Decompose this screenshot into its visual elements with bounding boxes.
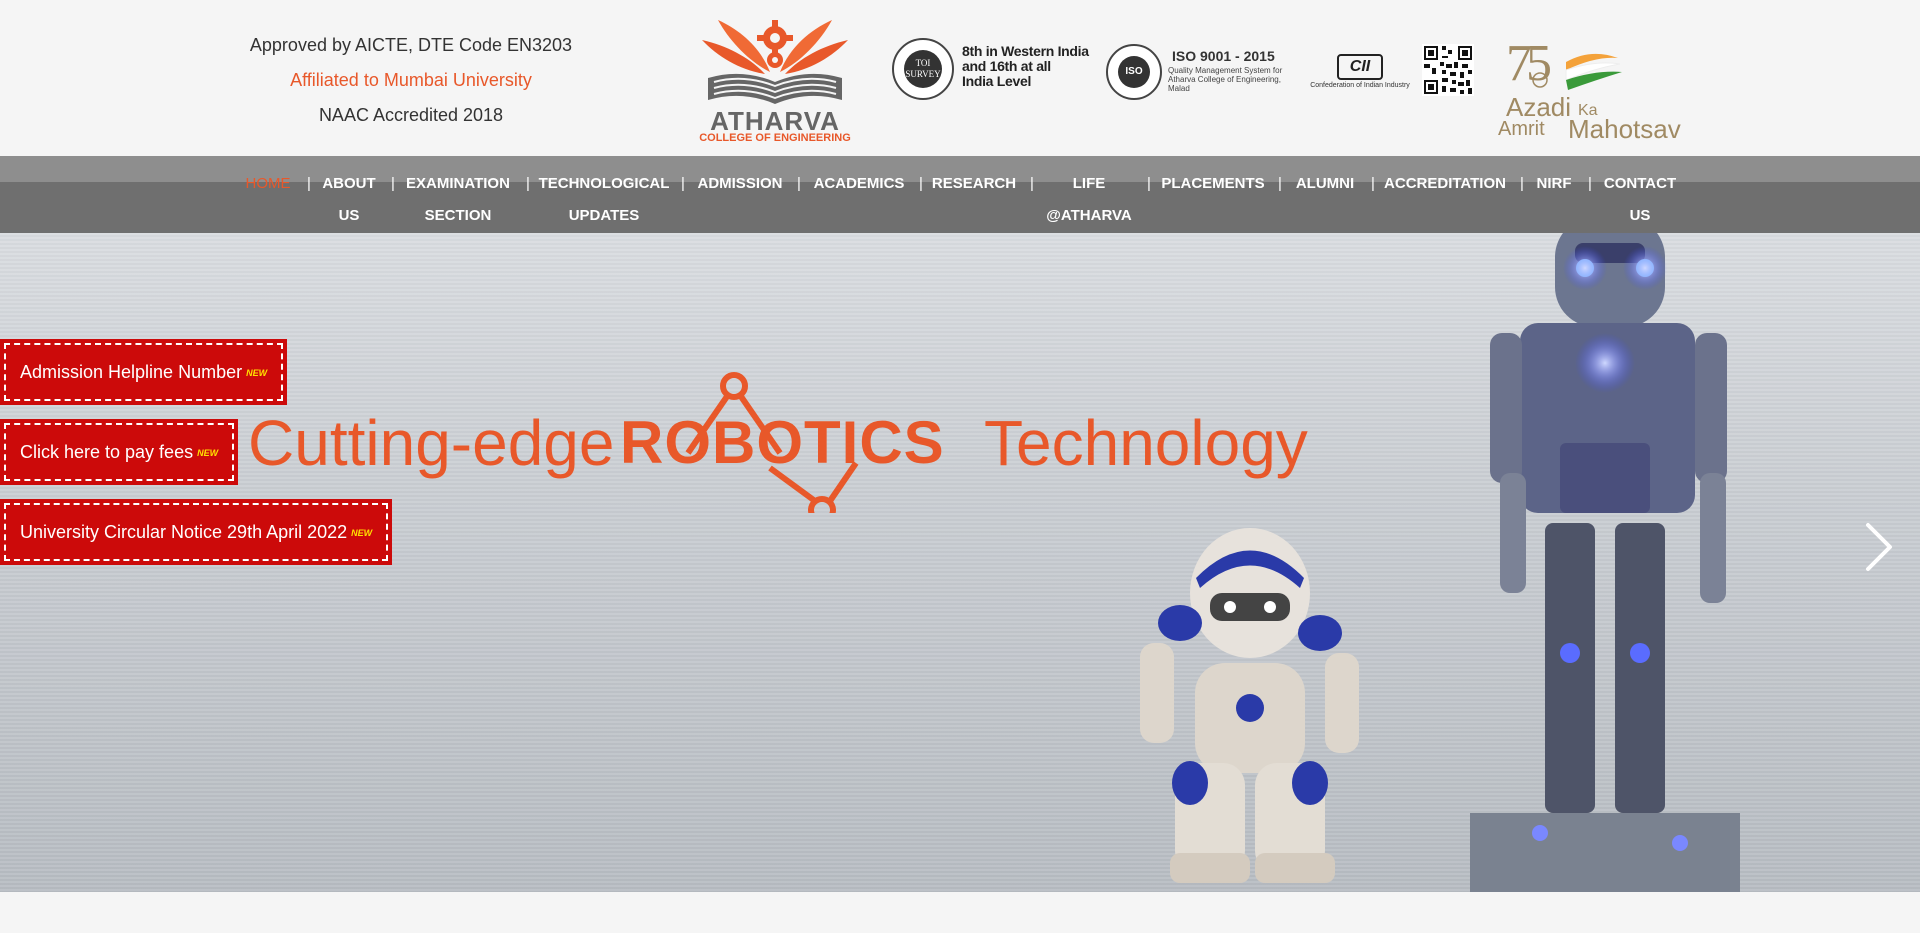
nav-nirf[interactable]: NIRF [1532,168,1576,200]
nav-accreditation[interactable]: ACCREDITATION [1383,168,1507,200]
approval-text: Approved by AICTE, DTE Code EN3203 [249,35,573,55]
hero-slider: Cutting-edge ROBOTICS Technology Admissi… [0,233,1920,892]
iso-badge-text: ISO [1118,56,1150,88]
nav-contact-us[interactable]: CONTACT US [1600,168,1680,232]
nav-admission[interactable]: ADMISSION [694,168,786,200]
ranking-text: 8th in Western India and 16th at all Ind… [962,44,1102,89]
nav-separator: | [681,175,685,192]
qr-code-icon[interactable] [1422,44,1474,96]
iso-certified-badge-icon: ISO [1106,44,1162,100]
nav-separator: | [1147,175,1151,192]
nav-separator: | [307,175,311,192]
nav-separator: | [797,175,801,192]
university-circular-button[interactable]: University Circular Notice 29th April 20… [0,499,393,565]
affiliation-text: Affiliated to Mumbai University [290,70,532,90]
cii-mark: CII [1337,54,1383,80]
logo-subtitle: COLLEGE OF ENGINEERING [699,132,851,144]
iso-title: ISO 9001 - 2015 [1172,48,1275,64]
nav-separator: | [919,175,923,192]
pay-fees-button[interactable]: Click here to pay fees NEW [0,419,239,485]
headline-prefix: Cutting-edge [248,407,615,479]
azadi-word-3: Amrit [1498,118,1545,140]
iso-certification: ISO 9001 - 2015 Quality Management Syste… [1168,48,1293,93]
headline-highlight: ROBOTICS [620,409,945,476]
chevron-right-icon[interactable] [1858,519,1898,575]
nav-separator: | [1371,175,1375,192]
atharva-logo[interactable]: ATHARVA COLLEGE OF ENGINEERING [690,12,860,144]
nav-placements[interactable]: PLACEMENTS [1160,168,1266,200]
nav-about-us[interactable]: ABOUT US [318,168,380,232]
nav-technological-updates[interactable]: TECHNOLOGICAL UPDATES [538,168,670,232]
new-badge: NEW [197,448,219,459]
nav-separator: | [1278,175,1282,192]
ranking-line-3: India Level [962,73,1032,89]
lotus-gear-icon [702,20,848,104]
azadi-word-4: Mahotsav [1568,114,1681,144]
ranking-line-2: and 16th at all [962,58,1051,74]
nav-home[interactable]: HOME [242,168,294,200]
headline-suffix: Technology [984,407,1308,479]
notice-label: Click here to pay fees [20,442,194,462]
cii-caption: Confederation of Indian Industry [1310,82,1410,89]
nav-academics[interactable]: ACADEMICS [809,168,909,200]
toi-survey-badge-icon: TOI SURVEY [892,38,954,100]
toi-badge-text: TOI SURVEY [904,50,942,88]
ranking-line-1: 8th in Western India [962,43,1089,59]
nav-separator: | [1588,175,1592,192]
azadi-number: 75 [1506,35,1552,92]
nav-separator: | [391,175,395,192]
nav-examination-section[interactable]: EXAMINATION SECTION [403,168,513,232]
admission-helpline-button[interactable]: Admission Helpline Number NEW [0,339,288,405]
nav-separator: | [1030,175,1034,192]
nav-separator: | [526,175,530,192]
notice-label: Admission Helpline Number [20,362,243,382]
main-nav: HOME | ABOUT US | EXAMINATION SECTION | … [0,156,1920,233]
nav-alumni[interactable]: ALUMNI [1290,168,1360,200]
site-header: Approved by AICTE, DTE Code EN3203 Affil… [0,0,1920,156]
cii-logo: CII Confederation of Indian Industry [1298,54,1422,89]
nav-life-at-atharva[interactable]: LIFE @ATHARVA [1040,168,1138,232]
nav-research[interactable]: RESEARCH [931,168,1017,200]
new-badge: NEW [246,368,268,379]
naac-text: NAAC Accredited 2018 [318,105,504,125]
nav-separator: | [1520,175,1524,192]
college-info: Approved by AICTE, DTE Code EN3203 Affil… [230,28,592,133]
azadi-ka-amrit-mahotsav-logo: 75 Azadi Ka Amrit Mahotsav [1496,35,1681,146]
notice-label: University Circular Notice 29th April 20… [20,522,348,542]
page-bottom-strip [0,892,1920,933]
iso-description: Quality Management System for Atharva Co… [1168,66,1283,93]
new-badge: NEW [351,528,373,539]
